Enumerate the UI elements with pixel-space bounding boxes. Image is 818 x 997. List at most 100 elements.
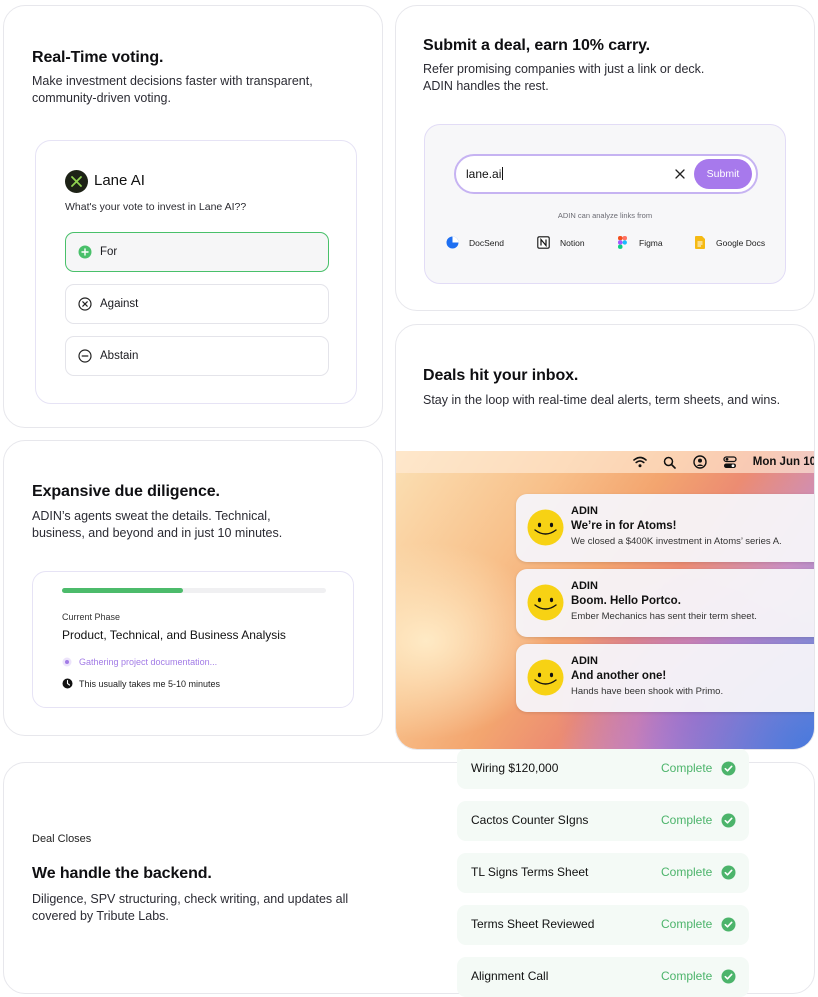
google-docs-icon xyxy=(693,236,706,249)
vote-option-label: Against xyxy=(100,298,139,310)
time-note-text: This usually takes me 5-10 minutes xyxy=(79,678,221,689)
diligence-card: Expansive due diligence. ADIN’s agents s… xyxy=(3,440,383,736)
user-icon[interactable] xyxy=(693,455,707,469)
vote-question: What's your vote to invest in Lane AI?? xyxy=(65,201,247,213)
notification-title: We’re in for Atoms! xyxy=(571,520,677,532)
inbox-title: Deals hit your inbox. xyxy=(423,367,579,384)
plus-circle-icon xyxy=(78,245,92,259)
timer-icon xyxy=(62,678,73,689)
vote-option-against[interactable]: Against xyxy=(65,284,329,324)
task-label: Wiring $120,000 xyxy=(471,761,559,775)
menu-bar: Mon Jun 10 xyxy=(396,451,815,473)
phase-value: Product, Technical, and Business Analysi… xyxy=(62,628,286,642)
task-status: Complete xyxy=(661,917,713,931)
smiley-icon xyxy=(527,659,564,696)
voting-description: Make investment decisions faster with tr… xyxy=(32,74,313,105)
diligence-panel: Current Phase Product, Technical, and Bu… xyxy=(32,571,354,708)
wifi-icon[interactable] xyxy=(632,455,647,469)
docsend-icon xyxy=(446,236,459,249)
notification-title: And another one! xyxy=(571,670,667,682)
x-circle-icon xyxy=(78,297,92,311)
voting-card: Real-Time voting. Make investment decisi… xyxy=(3,5,383,428)
source-google-docs: Google Docs xyxy=(693,236,765,249)
smiley-icon xyxy=(527,509,564,546)
progress-bar xyxy=(62,588,326,593)
inbox-description: Stay in the loop with real-time deal ale… xyxy=(423,393,781,407)
vote-panel: Lane AI What's your vote to invest in La… xyxy=(35,140,357,404)
submit-panel: lane.ai Submit ADIN can analyze links fr… xyxy=(424,124,786,284)
diligence-description: ADIN’s agents sweat the details. Technic… xyxy=(32,509,283,540)
notification-app: ADIN xyxy=(571,505,598,517)
notification[interactable]: ADIN And another one! Hands have been sh… xyxy=(516,644,814,712)
backend-eyebrow: Deal Closes xyxy=(32,833,92,845)
task-row: TL Signs Terms Sheet Complete xyxy=(457,853,749,893)
notion-icon xyxy=(537,236,550,249)
smiley-icon xyxy=(527,584,564,621)
submit-button[interactable]: Submit xyxy=(694,159,752,189)
backend-description: Diligence, SPV structuring, check writin… xyxy=(32,892,349,923)
inbox-card: Deals hit your inbox. Stay in the loop w… xyxy=(395,324,815,750)
task-row: Terms Sheet Reviewed Complete xyxy=(457,905,749,945)
task-status: Complete xyxy=(661,865,713,879)
search-icon[interactable] xyxy=(663,455,677,469)
lane-ai-logo-icon xyxy=(65,170,88,193)
menu-bar-date: Mon Jun 10 xyxy=(752,456,815,468)
progress-fill xyxy=(62,588,184,593)
task-label: Alignment Call xyxy=(471,969,549,983)
backend-title: We handle the backend. xyxy=(32,865,212,882)
task-row: Cactos Counter SIgns Complete xyxy=(457,801,749,841)
phase-label: Current Phase xyxy=(62,612,121,622)
task-status: Complete xyxy=(661,813,713,827)
vote-option-abstain[interactable]: Abstain xyxy=(65,336,329,376)
source-docsend: DocSend xyxy=(446,236,504,249)
source-label: Notion xyxy=(560,237,585,248)
check-circle-icon xyxy=(721,917,736,932)
status-text: Gathering project documentation... xyxy=(79,657,218,667)
notification-app: ADIN xyxy=(571,655,598,667)
submit-description-line2: ADIN handles the rest. xyxy=(423,79,549,93)
analyze-note: ADIN can analyze links from xyxy=(557,211,653,220)
source-label: Google Docs xyxy=(716,237,766,248)
task-label: Cactos Counter SIgns xyxy=(471,813,589,827)
desktop-preview: Mon Jun 10 ADIN We’re in for Atoms! We c… xyxy=(396,451,815,749)
submit-title: Submit a deal, earn 10% carry. xyxy=(423,37,651,54)
notification-body: Ember Mechanics has sent their term shee… xyxy=(571,611,757,622)
voting-title: Real-Time voting. xyxy=(32,49,164,66)
notification-title: Boom. Hello Portco. xyxy=(571,595,681,607)
task-status: Complete xyxy=(661,969,713,983)
figma-icon xyxy=(616,236,629,249)
check-circle-icon xyxy=(721,865,736,880)
company-name: Lane AI xyxy=(94,172,145,189)
notification-body: We closed a $400K investment in Atoms’ s… xyxy=(571,536,782,547)
notification[interactable]: ADIN Boom. Hello Portco. Ember Mechanics… xyxy=(516,569,814,637)
check-circle-icon xyxy=(721,969,736,984)
notification-app: ADIN xyxy=(571,580,598,592)
check-circle-icon xyxy=(721,813,736,828)
vote-option-for[interactable]: For xyxy=(65,232,329,272)
source-figma: Figma xyxy=(616,236,663,249)
diligence-title: Expansive due diligence. xyxy=(32,483,220,500)
task-row: Wiring $120,000 Complete xyxy=(457,749,749,789)
check-circle-icon xyxy=(721,761,736,776)
vote-option-label: For xyxy=(100,246,118,258)
task-label: Terms Sheet Reviewed xyxy=(471,917,595,931)
notification[interactable]: ADIN We’re in for Atoms! We closed a $40… xyxy=(516,494,814,562)
task-label: TL Signs Terms Sheet xyxy=(471,865,589,879)
source-notion: Notion xyxy=(537,236,585,249)
control-center-icon[interactable] xyxy=(723,455,737,469)
link-input-value[interactable]: lane.ai xyxy=(466,167,504,181)
minus-circle-icon xyxy=(78,349,92,363)
submit-description-line1: Refer promising companies with just a li… xyxy=(423,62,705,76)
source-label: Figma xyxy=(639,237,663,248)
loading-dot-icon xyxy=(62,657,72,667)
clear-icon[interactable] xyxy=(672,166,688,182)
status-line: Gathering project documentation... xyxy=(62,657,217,667)
notification-body: Hands have been shook with Primo. xyxy=(571,686,724,697)
vote-option-label: Abstain xyxy=(100,350,139,362)
task-row: Alignment Call Complete xyxy=(457,957,749,997)
time-note: This usually takes me 5-10 minutes xyxy=(62,678,220,689)
task-status: Complete xyxy=(661,761,713,775)
link-input[interactable]: lane.ai Submit xyxy=(454,154,758,194)
submit-card: Submit a deal, earn 10% carry. Refer pro… xyxy=(395,5,815,311)
source-label: DocSend xyxy=(469,237,504,248)
